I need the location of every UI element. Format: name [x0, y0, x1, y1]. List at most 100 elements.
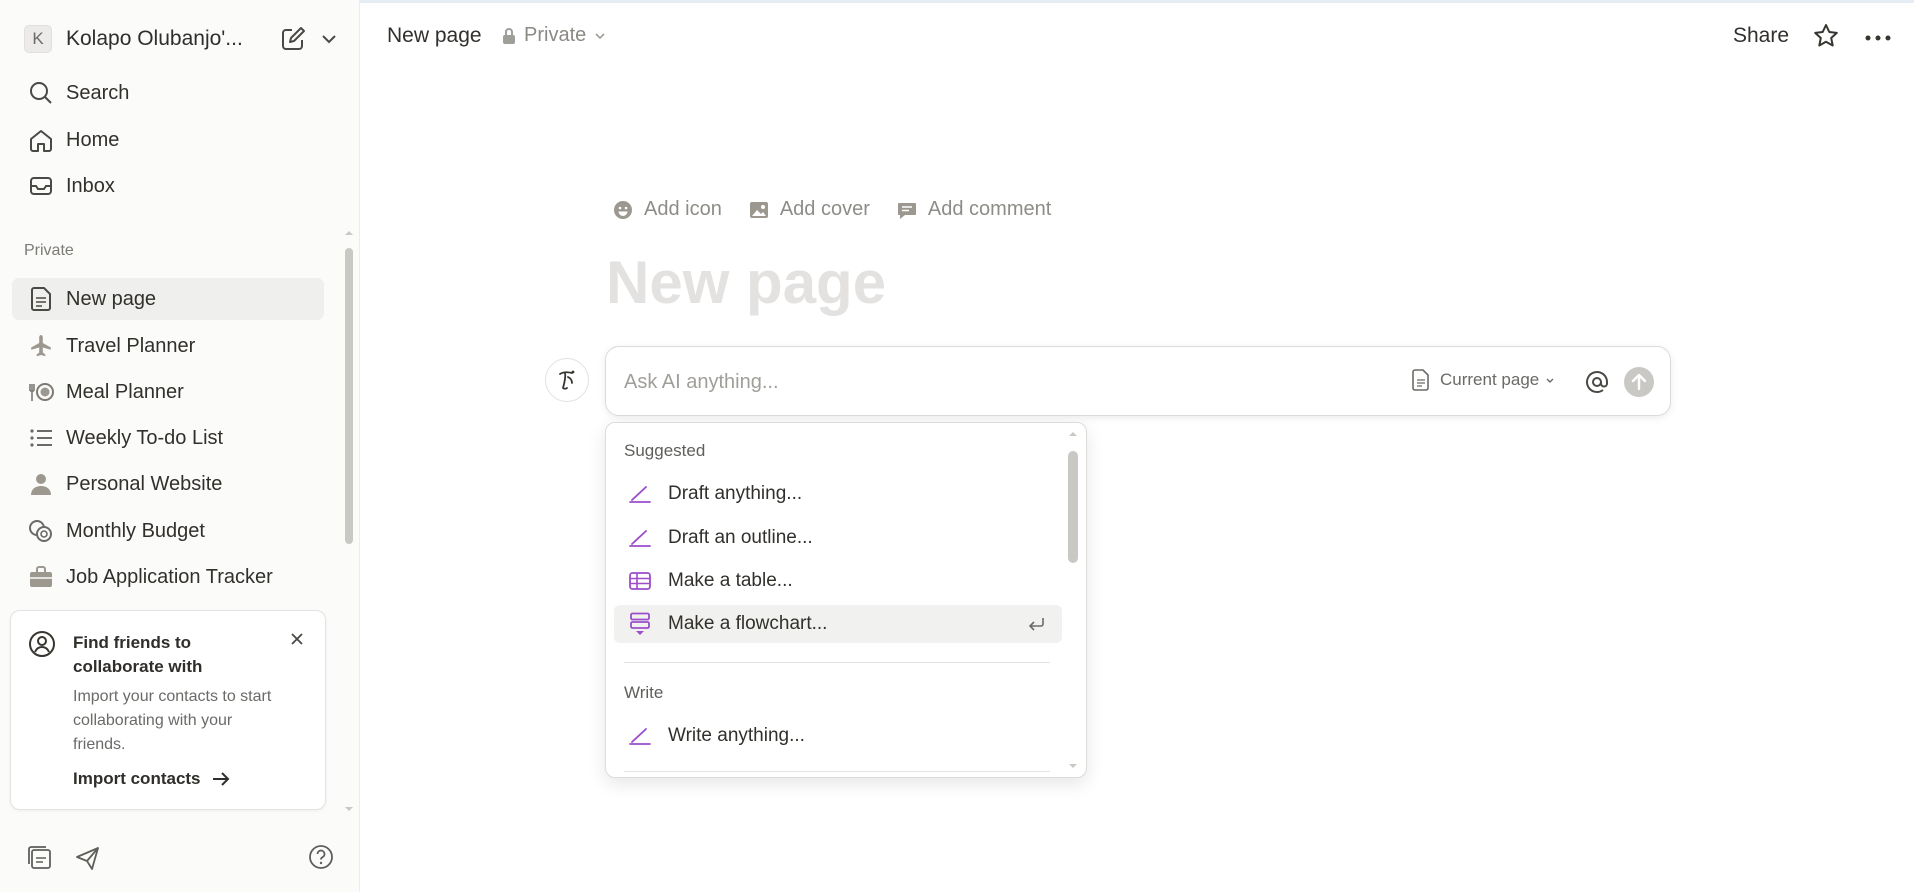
lock-icon	[503, 27, 515, 44]
menu-divider	[624, 662, 1050, 663]
sidebar-item-label: New page	[66, 287, 157, 310]
menu-item-draft-anything[interactable]: Draft anything...	[614, 475, 1062, 513]
scroll-up-arrow-icon[interactable]	[343, 228, 355, 238]
menu-section-write: Write	[624, 683, 664, 702]
chevron-down-icon	[595, 32, 605, 39]
sidebar-item-home[interactable]: Home	[12, 119, 324, 161]
plate-icon	[26, 377, 56, 407]
sidebar-item-label: Weekly To-do List	[66, 426, 224, 449]
chevron-down-icon[interactable]	[320, 30, 338, 48]
comment-icon	[897, 202, 916, 219]
sidebar-item-label: Travel Planner	[66, 334, 196, 357]
sidebar-item-job-application-tracker[interactable]: Job Application Tracker	[12, 556, 324, 598]
scroll-down-arrow-icon[interactable]	[343, 804, 355, 814]
add-comment-label: Add comment	[927, 198, 1052, 220]
mention-icon[interactable]	[1584, 369, 1610, 395]
page-title[interactable]: New page	[606, 248, 886, 317]
breadcrumb-page[interactable]: New page	[387, 24, 482, 48]
enter-key-icon	[1028, 618, 1044, 631]
privacy-dropdown[interactable]: Private	[502, 24, 606, 47]
add-cover-label: Add cover	[779, 198, 870, 220]
menu-item-label: Draft anything...	[668, 483, 803, 504]
inbox-icon	[26, 171, 56, 201]
menu-item-draft-outline[interactable]: Draft an outline...	[614, 519, 1062, 557]
coins-icon	[26, 516, 56, 546]
menu-section-suggested: Suggested	[624, 441, 706, 460]
menu-scrollbar-thumb[interactable]	[1068, 451, 1078, 563]
menu-item-label: Make a table...	[668, 570, 793, 591]
invite-card-body: Import your contacts to start collaborat…	[73, 688, 272, 753]
sidebar-item-inbox[interactable]: Inbox	[12, 165, 324, 207]
sidebar-item-label: Search	[66, 81, 130, 104]
workspace-switcher[interactable]: K Kolapo Olubanjo'...	[24, 22, 340, 56]
privacy-label: Private	[524, 24, 587, 46]
context-selector[interactable]: Current page	[1412, 369, 1555, 391]
sidebar-item-search[interactable]: Search	[12, 72, 324, 114]
sidebar-item-label: Inbox	[66, 174, 115, 197]
import-contacts-link[interactable]: Import contacts	[73, 769, 231, 789]
page-icon	[1412, 369, 1429, 391]
menu-item-make-flowchart[interactable]: Make a flowchart...	[614, 605, 1062, 643]
ai-assistant-icon[interactable]	[545, 358, 589, 402]
star-icon[interactable]	[1812, 22, 1840, 50]
sidebar-item-label: Personal Website	[66, 472, 223, 495]
sidebar-scrollbar-thumb[interactable]	[345, 248, 353, 544]
send-prompt-button[interactable]	[1624, 367, 1654, 397]
workspace-avatar: K	[24, 25, 52, 53]
chevron-down-icon	[1546, 378, 1554, 383]
menu-divider	[624, 771, 1050, 772]
airplane-icon	[26, 331, 56, 361]
menu-scroll-down-icon[interactable]	[1067, 761, 1079, 771]
more-options-icon[interactable]	[1864, 34, 1892, 42]
menu-item-write-anything[interactable]: Write anything...	[614, 717, 1062, 755]
sidebar-item-label: Monthly Budget	[66, 519, 205, 542]
smiley-icon	[614, 200, 632, 219]
person-icon	[26, 469, 56, 499]
page-icon	[26, 284, 56, 314]
home-icon	[26, 125, 56, 155]
sidebar-item-meal-planner[interactable]: Meal Planner	[12, 371, 324, 413]
sidebar-item-travel-planner[interactable]: Travel Planner	[12, 325, 324, 367]
sidebar-item-monthly-budget[interactable]: Monthly Budget	[12, 510, 324, 552]
sidebar-item-label: Meal Planner	[66, 380, 184, 403]
add-icon-label: Add icon	[644, 198, 722, 220]
templates-icon[interactable]	[26, 844, 54, 872]
sidebar: K Kolapo Olubanjo'... Search Home Inbox …	[0, 0, 360, 892]
send-icon[interactable]	[74, 844, 102, 872]
search-icon	[26, 78, 56, 108]
table-icon	[626, 571, 654, 591]
sidebar-item-weekly-to-do-list[interactable]: Weekly To-do List	[12, 417, 324, 459]
new-page-icon[interactable]	[278, 24, 308, 54]
add-comment-button[interactable]: Add comment	[896, 198, 1051, 221]
pen-icon	[626, 484, 654, 504]
menu-item-make-table[interactable]: Make a table...	[614, 562, 1062, 600]
context-label: Current page	[1440, 370, 1540, 389]
sidebar-item-label: Home	[66, 128, 120, 151]
arrow-right-icon	[212, 772, 229, 786]
image-icon	[749, 201, 768, 218]
page-actions: Add icon Add cover Add comment	[612, 198, 1077, 221]
pen-icon	[626, 726, 654, 746]
menu-item-label: Draft an outline...	[668, 527, 813, 548]
ai-suggestions-menu: Suggested Draft anything... Draft an out…	[605, 422, 1087, 778]
menu-scroll-up-icon[interactable]	[1067, 429, 1079, 439]
briefcase-icon	[26, 562, 56, 592]
sidebar-item-label: Job Application Tracker	[66, 565, 273, 588]
ai-prompt-box: Current page	[605, 346, 1671, 416]
people-icon	[27, 629, 57, 659]
workspace-name: Kolapo Olubanjo'...	[66, 27, 243, 50]
menu-item-label: Write anything...	[668, 725, 805, 746]
flowchart-icon	[626, 612, 654, 636]
invite-card: Find friends to collaborate with Import …	[10, 610, 326, 810]
section-label-private[interactable]: Private	[24, 242, 74, 260]
share-button[interactable]: Share	[1733, 24, 1789, 48]
help-icon[interactable]	[308, 844, 334, 870]
invite-card-title: Find friends to collaborate with	[73, 633, 203, 676]
sidebar-item-new-page[interactable]: New page	[12, 278, 324, 320]
add-cover-button[interactable]: Add cover	[748, 198, 870, 221]
pen-icon	[626, 528, 654, 548]
close-icon[interactable]	[289, 631, 305, 647]
sidebar-item-personal-website[interactable]: Personal Website	[12, 463, 324, 505]
add-icon-button[interactable]: Add icon	[612, 198, 722, 221]
ai-prompt-input[interactable]	[624, 367, 1324, 397]
